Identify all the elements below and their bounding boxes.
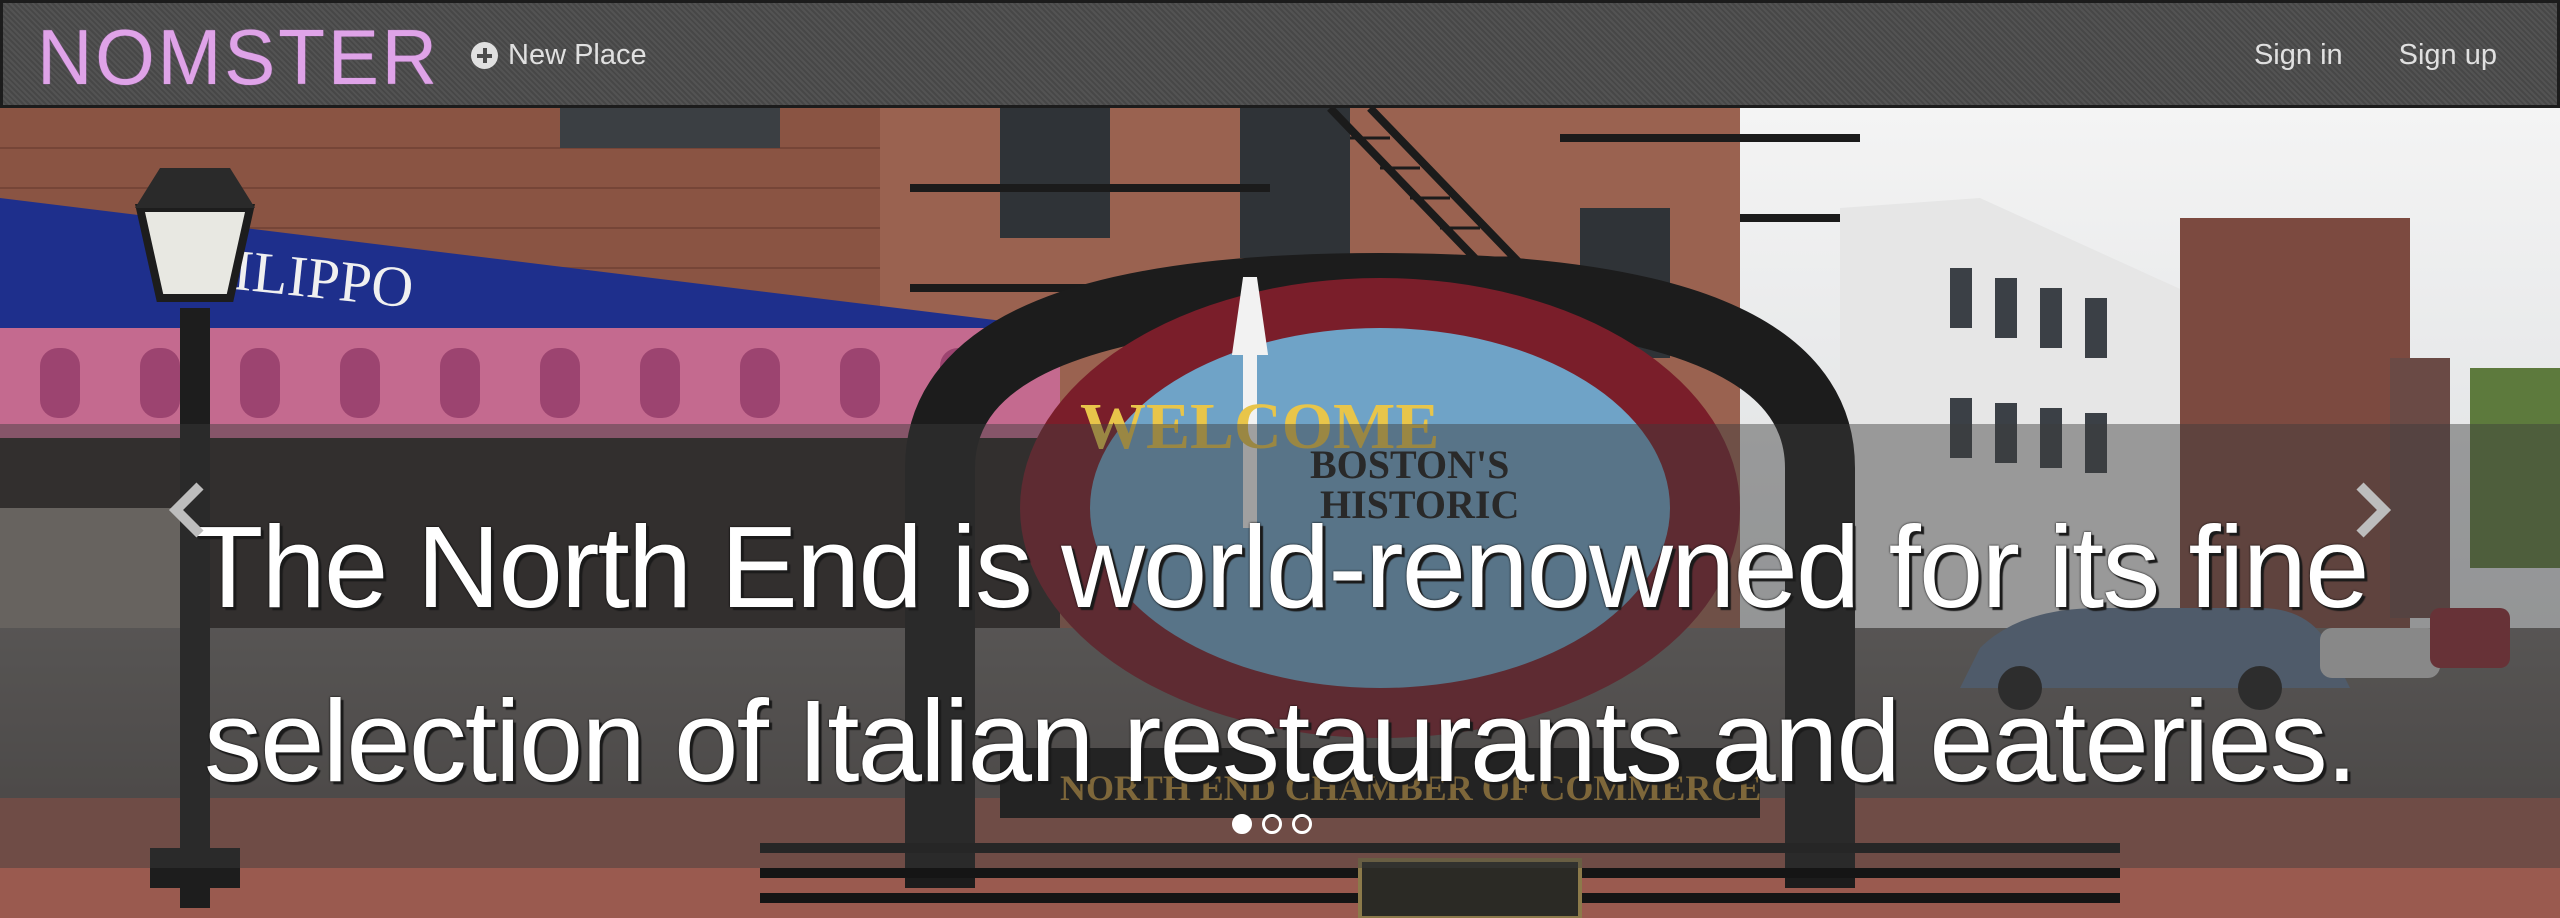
hero-carousel: FILIPPO WELCOME BOSTON'S HISTORIC NORTH … [0, 108, 2560, 918]
carousel-dot-3[interactable] [1292, 814, 1312, 834]
sign-up-link[interactable]: Sign up [2399, 39, 2497, 72]
new-place-link[interactable]: New Place [471, 39, 647, 72]
new-place-label: New Place [508, 39, 647, 71]
carousel-indicators [1232, 814, 1312, 834]
brand-logo[interactable]: NOMSTER [33, 17, 444, 97]
auth-links: Sign in Sign up [2254, 39, 2497, 72]
chevron-left-icon[interactable] [168, 480, 208, 540]
carousel-dot-2[interactable] [1262, 814, 1282, 834]
plus-circle-icon [471, 42, 498, 69]
top-navbar: NOMSTER New Place Sign in Sign up [0, 0, 2560, 108]
carousel-caption: The North End is world-renowned for its … [192, 502, 2369, 806]
carousel-dot-1[interactable] [1232, 814, 1252, 834]
sign-in-link[interactable]: Sign in [2254, 39, 2343, 72]
chevron-right-icon[interactable] [2352, 480, 2392, 540]
